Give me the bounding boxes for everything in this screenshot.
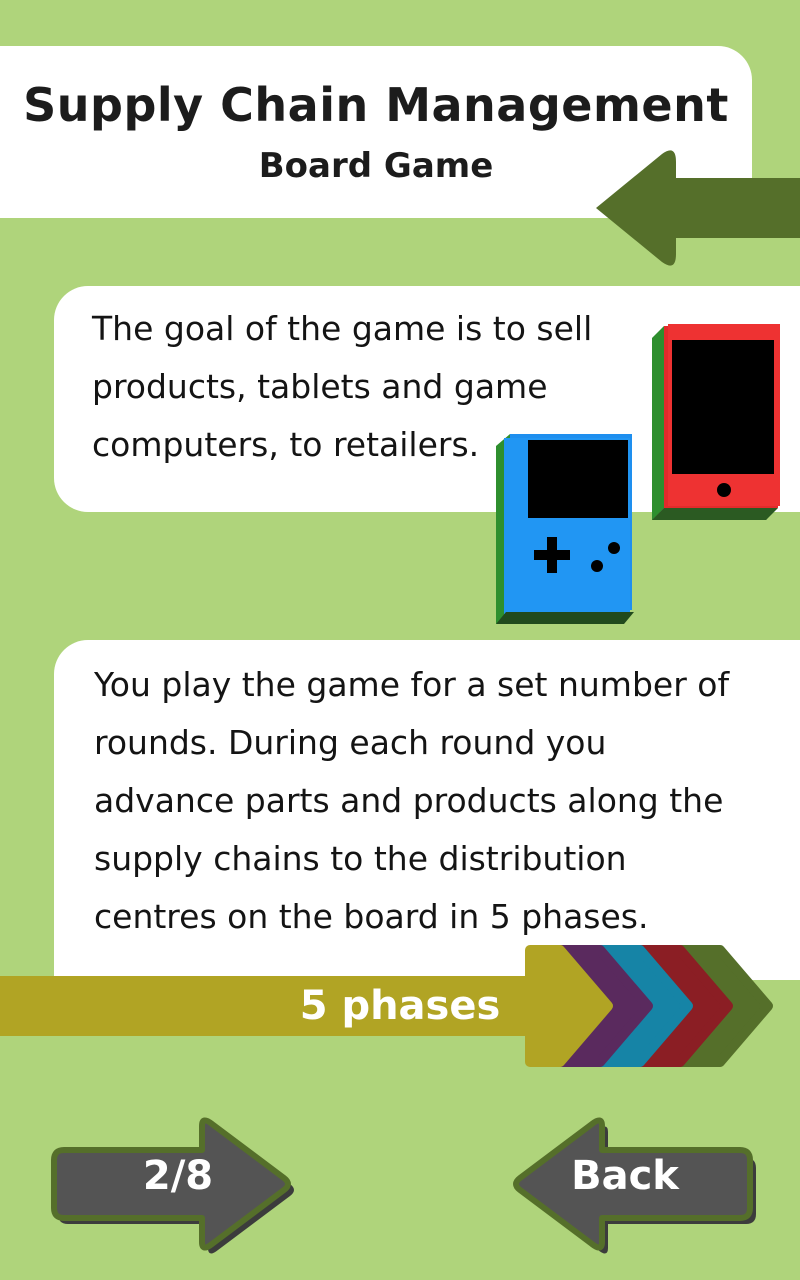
tablet-icon [652, 324, 780, 520]
page-title: Supply Chain Management [23, 78, 729, 132]
back-label[interactable]: Back [560, 1150, 690, 1202]
page-indicator[interactable]: 2/8 [100, 1150, 256, 1202]
handheld-game-icon [496, 434, 634, 624]
phases-label: 5 phases [299, 983, 501, 1029]
left-arrow-icon[interactable] [596, 150, 800, 266]
rounds-text: You play the game for a set number of ro… [94, 665, 730, 936]
